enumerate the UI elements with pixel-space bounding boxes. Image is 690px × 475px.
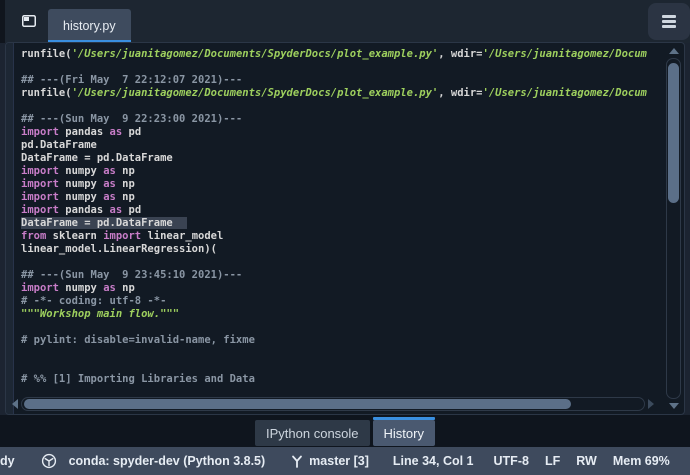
code-line: ## ---(Sun May 9 23:45:10 2021)---: [21, 269, 243, 281]
scroll-left-arrow-icon[interactable]: [10, 396, 20, 412]
status-cursor-position: Line 34, Col 1: [392, 454, 474, 468]
code-line: # %% [1] Importing Libraries and Data: [21, 373, 255, 385]
code-line: import pandas as pd: [21, 126, 142, 138]
status-partial-text: dy: [0, 454, 15, 468]
status-conda-env[interactable]: conda: spyder-dev (Python 3.8.5): [69, 454, 266, 468]
code-line: DataFrame = pd.DataFrame: [21, 152, 173, 164]
panel-tabbar: IPython console History: [0, 415, 690, 447]
code-line: import pandas as pd: [21, 204, 142, 216]
horizontal-scrollbar-track[interactable]: [21, 397, 645, 411]
hamburger-menu-icon: [662, 15, 676, 28]
code-line: # -*- coding: utf-8 -*-: [21, 295, 167, 307]
code-line: import numpy as np: [21, 191, 135, 203]
horizontal-scrollbar-thumb[interactable]: [24, 399, 572, 409]
vertical-scrollbar[interactable]: [665, 45, 682, 412]
package-cube-icon: [41, 453, 57, 469]
scroll-right-arrow-icon[interactable]: [646, 396, 656, 412]
history-editor-pane: runfile('/Users/juanitagomez/Documents/S…: [5, 42, 685, 415]
code-line: # pylint: disable=invalid-name, fixme: [21, 334, 255, 346]
panel-tab-history[interactable]: History: [372, 417, 436, 446]
code-line: DataFrame = pd.DataFrame: [21, 217, 658, 230]
panel-tab-ipython-console[interactable]: IPython console: [255, 420, 370, 446]
pane-options-button[interactable]: [648, 3, 690, 40]
vertical-scrollbar-thumb[interactable]: [668, 63, 679, 203]
tab-history-py[interactable]: history.py: [48, 9, 131, 43]
code-line: linear_model.LinearRegression)(: [21, 243, 217, 255]
code-line: from sklearn import linear_model: [21, 230, 224, 242]
code-line: ## ---(Sun May 9 22:23:00 2021)---: [21, 113, 243, 125]
spyder-history-pane: history.py runfile('/Users/juanitagomez/…: [0, 0, 690, 475]
code-line: ## ---(Fri May 7 22:12:07 2021)---: [21, 74, 243, 86]
tab-history-py-label: history.py: [63, 19, 116, 33]
status-bar: dy conda: spyder-dev (Python 3.8.5) mast…: [0, 447, 690, 475]
status-permissions: RW: [576, 454, 597, 468]
scroll-up-arrow-icon[interactable]: [665, 45, 682, 57]
scroll-down-arrow-icon[interactable]: [665, 400, 682, 412]
scrollflag-strip: [6, 43, 14, 414]
status-git-branch[interactable]: master [3]: [309, 454, 369, 468]
code-line: import numpy as np: [21, 282, 135, 294]
code-line: import numpy as np: [21, 165, 135, 177]
code-line: runfile('/Users/juanitagomez/Documents/S…: [21, 87, 647, 99]
status-memory: Mem 69%: [612, 454, 670, 468]
code-line: import numpy as np: [21, 178, 135, 190]
panel-tab-label: History: [383, 425, 424, 441]
code-lines[interactable]: runfile('/Users/juanitagomez/Documents/S…: [21, 48, 658, 394]
horizontal-scrollbar[interactable]: [10, 396, 656, 412]
panel-tab-label: IPython console: [266, 425, 359, 441]
code-line: """Workshop main flow.""": [21, 308, 180, 320]
git-branch-icon: [291, 454, 303, 468]
vertical-scrollbar-track[interactable]: [666, 58, 681, 399]
code-line: pd.DataFrame: [21, 139, 97, 151]
status-encoding: UTF-8: [493, 454, 529, 468]
code-line: runfile('/Users/juanitagomez/Documents/S…: [21, 48, 647, 60]
pane-header: history.py: [0, 0, 690, 43]
status-eol: LF: [544, 454, 561, 468]
pane-icon: [22, 15, 36, 27]
